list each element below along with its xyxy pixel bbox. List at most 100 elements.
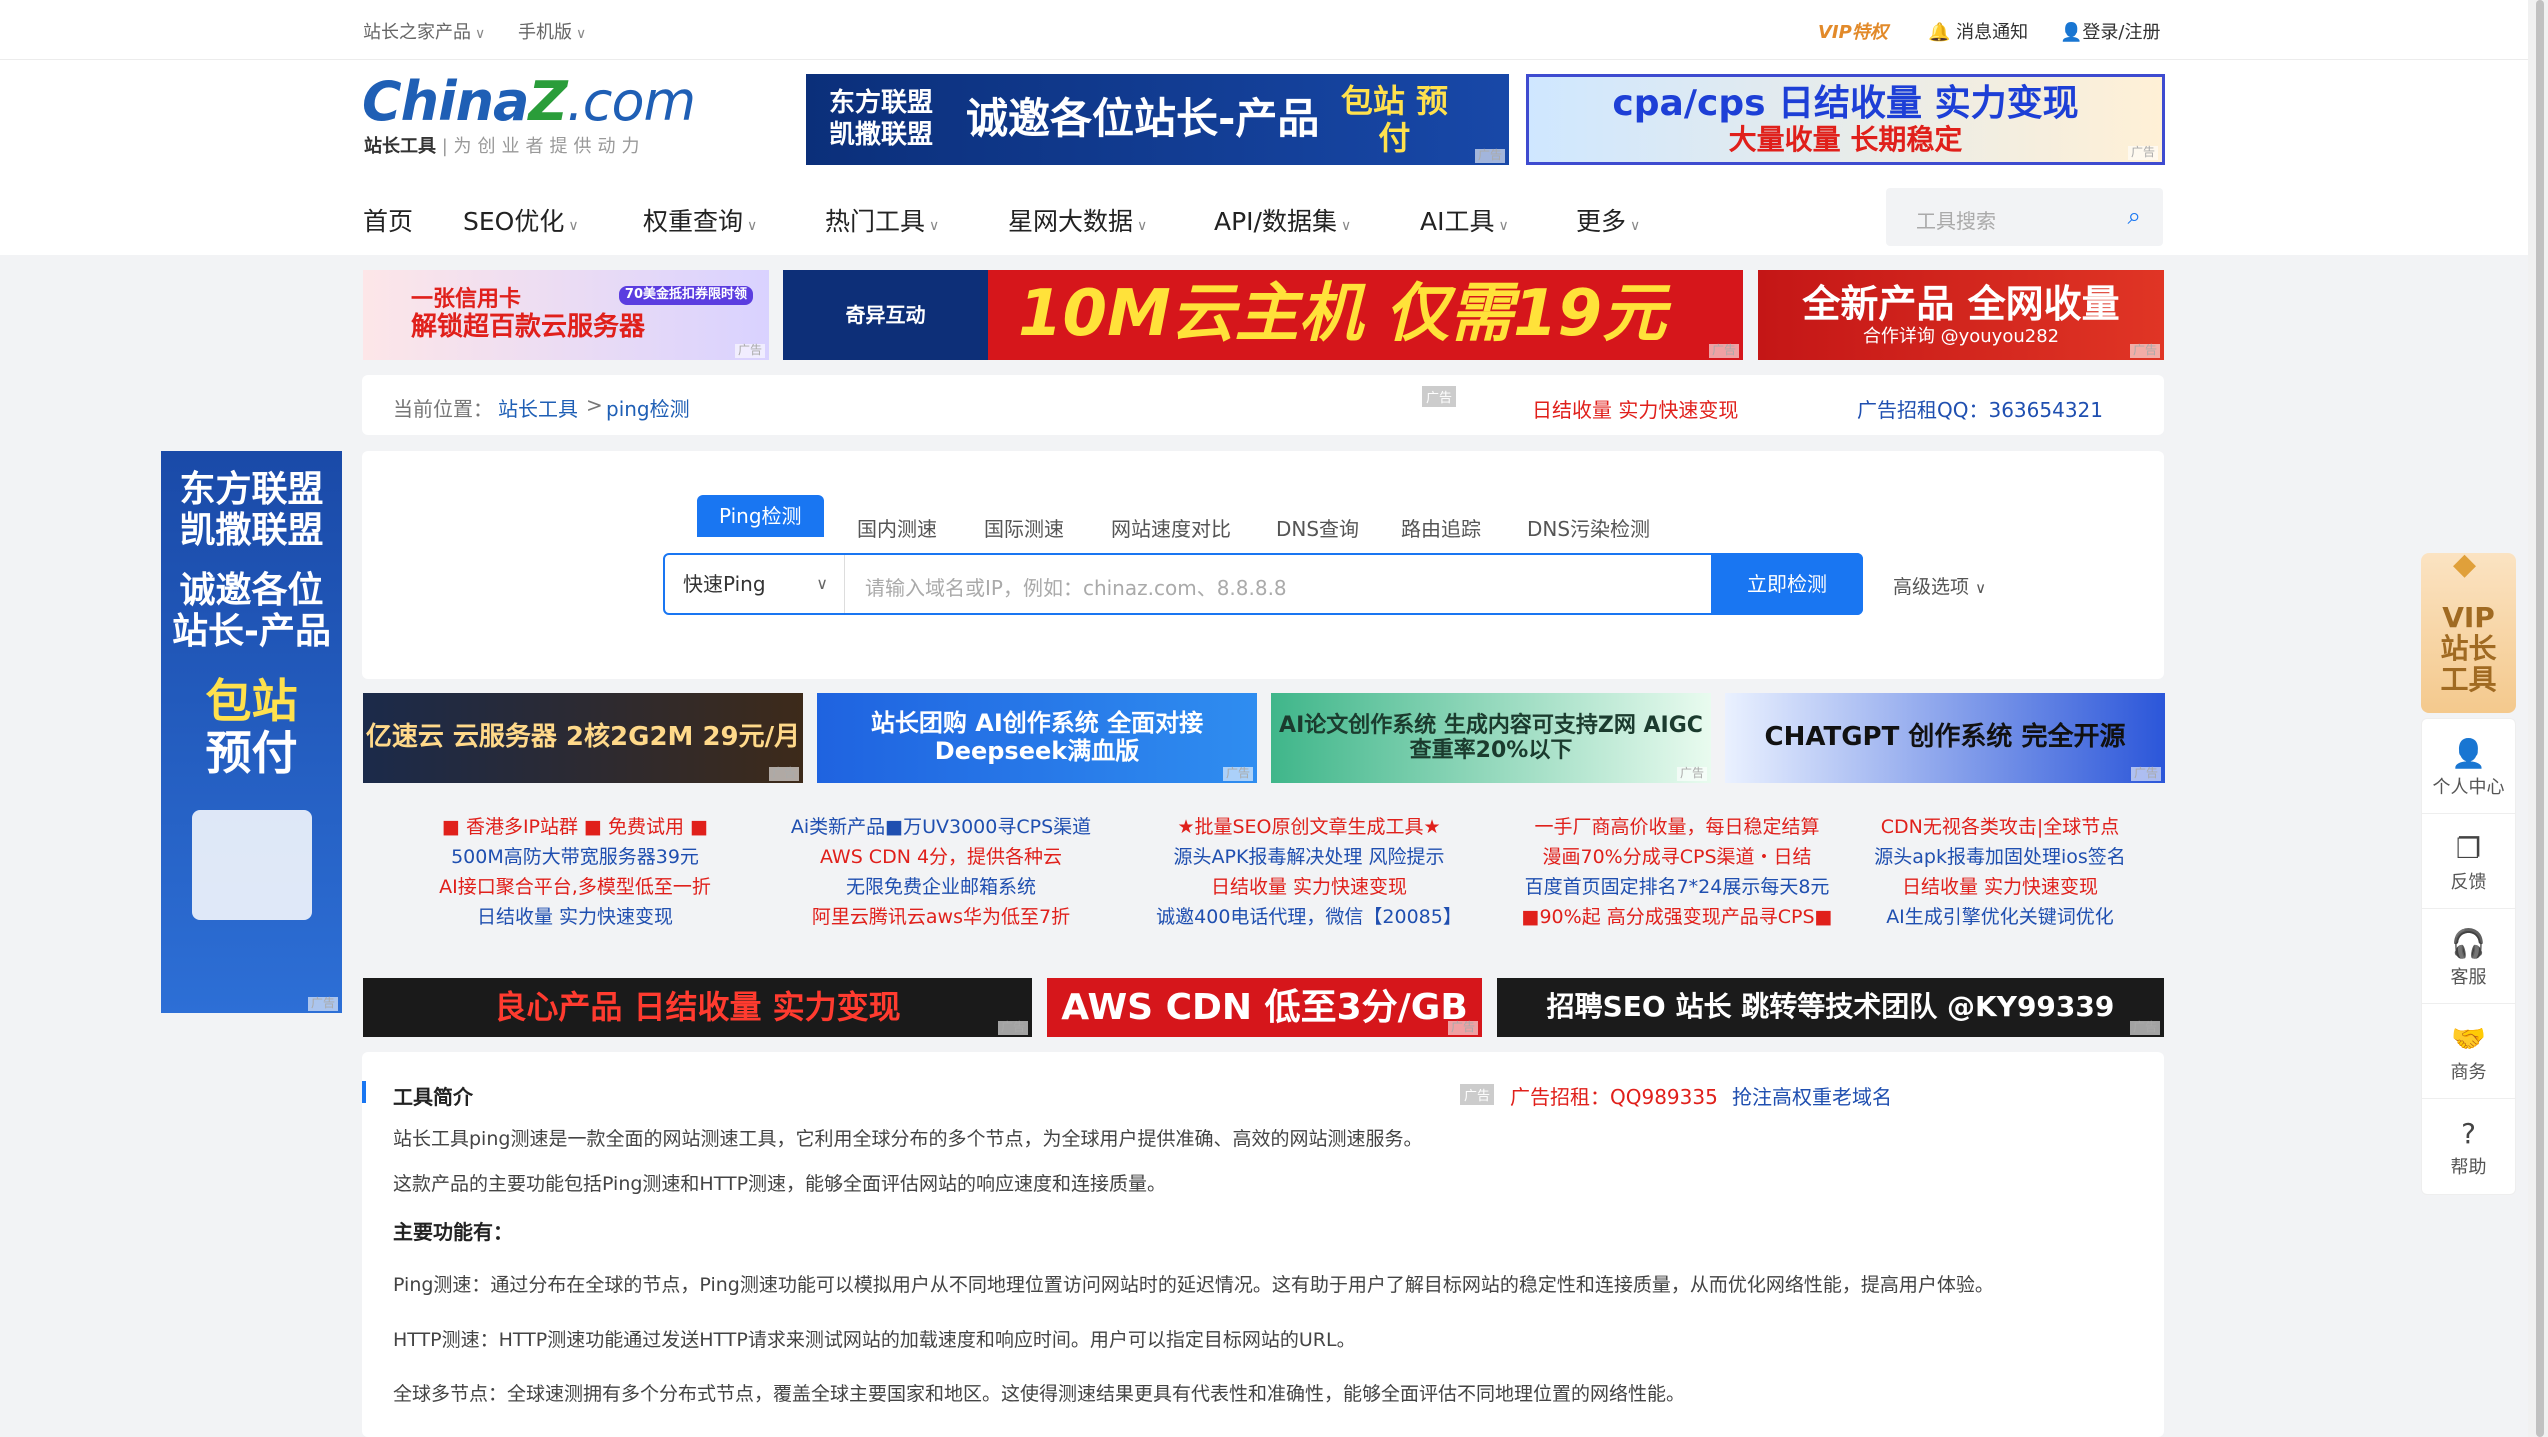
ad-tag: 广告 — [1474, 148, 1505, 163]
banner-ad-1[interactable]: 一张信用卡 解锁超百款云服务器 70美金抵扣券限时领 广告 — [363, 270, 769, 360]
ad-text: 诚邀各位 — [179, 569, 324, 611]
chevron-down-icon: ∨ — [747, 218, 758, 234]
slogan-text: 为创业者提供动力 — [453, 136, 646, 157]
header-ad-1[interactable]: 东方联盟 凯撒联盟 诚邀各位站长-产品 包站 预付 广告 — [806, 74, 1509, 165]
side-feedback[interactable]: ❐ 反馈 — [2422, 814, 2515, 909]
chevron-down-icon: ∨ — [568, 218, 579, 234]
breadcrumb-text-ad-1[interactable]: 日结收量 实力快速变现 — [1532, 394, 1738, 423]
bottom-ad-1[interactable]: 良心产品 日结收量 实力变现 广告 — [363, 978, 1032, 1037]
tab-domestic-speed[interactable]: 国内测速 — [857, 513, 937, 542]
left-float-ad[interactable]: 东方联盟 凯撒联盟 诚邀各位 站长-产品 包站 预付 广告 — [161, 451, 342, 1013]
notify-link[interactable]: 🔔 消息通知 — [1928, 18, 2028, 44]
text-ad-link[interactable]: 源头APK报毒解决处理 风险提示 — [1114, 842, 1504, 872]
chevron-down-icon: ∨ — [1975, 579, 1987, 597]
ping-mode-select[interactable]: 快速Ping ∨ — [665, 555, 845, 613]
intro-text-ad-2[interactable]: 抢注高权重老域名 — [1732, 1081, 1892, 1110]
ad-tag: 广告 — [768, 766, 799, 781]
nav-label: 星网大数据 — [1008, 207, 1134, 236]
advanced-options[interactable]: 高级选项 ∨ — [1893, 572, 1986, 599]
ad-tag: 广告 — [2130, 766, 2161, 781]
ad-badge: 70美金抵扣券限时领 — [618, 286, 753, 305]
ad-text: 亿速云 云服务器 2核2G2M 29元/月 — [365, 722, 801, 753]
tab-dns-pollution[interactable]: DNS污染检测 — [1527, 513, 1650, 542]
ad-tag: 广告 — [2129, 1020, 2160, 1035]
ad-tag: 广告 — [1708, 343, 1739, 358]
ad-tag: 广告 — [1422, 386, 1457, 407]
ad-text: 预付 — [205, 726, 298, 781]
nav-api[interactable]: API/数据集 ∨ — [1214, 202, 1351, 238]
mid-ad-4[interactable]: CHATGPT 创作系统 完全开源 广告 — [1725, 693, 2165, 783]
text-ad-link[interactable]: 日结收量 实力快速变现 — [1810, 872, 2190, 902]
ad-text: 全新产品 全网收量 — [1802, 281, 2120, 326]
side-help[interactable]: ? 帮助 — [2422, 1099, 2515, 1194]
text-ad-link[interactable]: ★批量SEO原创文章生成工具★ — [1114, 812, 1504, 842]
text-ad-link[interactable]: ■ 香港多IP站群 ■ 免费试用 ■ — [380, 812, 770, 842]
tab-speed-compare[interactable]: 网站速度对比 — [1111, 513, 1231, 542]
text-ad-column-2: Ai类新产品■万UV3000寻CPS渠道 AWS CDN 4分，提供各种云 无限… — [746, 812, 1136, 932]
mobile-menu[interactable]: 手机版 ∨ — [518, 18, 586, 44]
handshake-icon: 🤝 — [2451, 1022, 2486, 1055]
domain-input[interactable]: 请输入域名或IP，例如：chinaz.com、8.8.8.8 — [865, 572, 1287, 601]
breadcrumb-home-link[interactable]: 站长工具 — [498, 393, 578, 422]
nav-bigdata[interactable]: 星网大数据 ∨ — [1008, 202, 1147, 238]
text-ad-link[interactable]: 日结收量 实力快速变现 — [1114, 872, 1504, 902]
check-now-button[interactable]: 立即检测 — [1711, 553, 1863, 615]
ad-text: 合作详询 @youyou282 — [1862, 325, 2060, 347]
chinaz-logo[interactable]: ChinaZ.com — [362, 70, 696, 133]
tab-dns-query[interactable]: DNS查询 — [1276, 513, 1359, 542]
vip-badge-text: VIP站长工具 — [2440, 601, 2497, 696]
user-icon: 👤 — [2451, 737, 2486, 770]
ad-tag: 广告 — [1447, 1020, 1478, 1035]
slogan-bold: 站长工具 — [364, 136, 436, 157]
text-ad-link[interactable]: 源头apk报毒加固处理ios签名 — [1810, 842, 2190, 872]
products-menu[interactable]: 站长之家产品 ∨ — [363, 18, 485, 44]
tab-route-trace[interactable]: 路由追踪 — [1401, 513, 1481, 542]
section-marker — [362, 1081, 366, 1103]
mid-ad-2[interactable]: 站长团购 AI创作系统 全面对接Deepseek满血版 广告 — [817, 693, 1257, 783]
mid-ad-1[interactable]: 亿速云 云服务器 2核2G2M 29元/月广告 — [363, 693, 803, 783]
ad-tag: 广告 — [1676, 766, 1707, 781]
banner-ad-3[interactable]: 全新产品 全网收量 合作详询 @youyou282 广告 — [1758, 270, 2164, 360]
text-ad-link[interactable]: AI生成引擎优化关键词优化 — [1810, 902, 2190, 932]
text-ad-link[interactable]: CDN无视各类攻击|全球节点 — [1810, 812, 2190, 842]
help-icon: ? — [2461, 1117, 2476, 1150]
login-link[interactable]: 👤登录/注册 — [2060, 18, 2161, 44]
side-label: 帮助 — [2450, 1157, 2487, 1178]
text-ad-link[interactable]: AI接口聚合平台,多模型低至一折 — [380, 872, 770, 902]
tool-search[interactable]: 工具搜索 ⌕ — [1886, 188, 2163, 246]
nav-ai-tools[interactable]: AI工具 ∨ — [1420, 202, 1509, 238]
ad-text: 东方联盟 凯撒联盟 — [828, 88, 933, 150]
products-label: 站长之家产品 — [363, 22, 471, 43]
side-profile[interactable]: 👤 个人中心 — [2422, 719, 2515, 814]
bottom-ad-3[interactable]: 招聘SEO 站长 跳转等技术团队 @KY99339 广告 — [1497, 978, 2164, 1037]
chevron-down-icon: ∨ — [816, 574, 828, 593]
feedback-icon: ❐ — [2455, 832, 2482, 865]
nav-home[interactable]: 首页 — [363, 202, 413, 238]
banner-ad-2[interactable]: 奇异互动 www.7e.hk 10M云主机 仅需19元 广告 — [783, 270, 1743, 360]
side-support[interactable]: 🎧 客服 — [2422, 909, 2515, 1004]
text-ad-link[interactable]: 日结收量 实力快速变现 — [380, 902, 770, 932]
breadcrumb-current: ping检测 — [606, 397, 690, 421]
vip-link[interactable]: VIP特权 — [1818, 18, 1888, 44]
nav-hot-tools[interactable]: 热门工具 ∨ — [825, 202, 939, 238]
text-ad-link[interactable]: Ai类新产品■万UV3000寻CPS渠道 — [746, 812, 1136, 842]
text-ad-link[interactable]: 500M高防大带宽服务器39元 — [380, 842, 770, 872]
nav-weight[interactable]: 权重查询 ∨ — [643, 202, 757, 238]
tab-ping[interactable]: Ping检测 — [697, 495, 824, 537]
vip-float-badge[interactable]: ◆ VIP站长工具 — [2421, 547, 2516, 713]
text-ad-link[interactable]: 阿里云腾讯云aws华为低至7折 — [746, 902, 1136, 932]
bottom-ad-2[interactable]: AWS CDN 低至3分/GB 广告 — [1047, 978, 1482, 1037]
text-ad-link[interactable]: 诚邀400电话代理，微信【20085】 — [1114, 902, 1504, 932]
header-ad-2[interactable]: cpa/cps 日结收量 实力变现 大量收量 长期稳定 广告 — [1526, 74, 2165, 165]
tab-intl-speed[interactable]: 国际测速 — [984, 513, 1064, 542]
mid-ad-3[interactable]: AI论文创作系统 生成内容可支持Z网 AIGC查重率20%以下 广告 — [1271, 693, 1711, 783]
search-icon[interactable]: ⌕ — [2128, 202, 2141, 230]
intro-text-ad-1[interactable]: 广告招租：QQ989335 — [1510, 1081, 1718, 1110]
side-business[interactable]: 🤝 商务 — [2422, 1004, 2515, 1099]
nav-seo[interactable]: SEO优化 ∨ — [463, 202, 579, 238]
scrollbar-thumb[interactable] — [2536, 0, 2544, 1437]
text-ad-link[interactable]: 无限免费企业邮箱系统 — [746, 872, 1136, 902]
text-ad-link[interactable]: AWS CDN 4分，提供各种云 — [746, 842, 1136, 872]
breadcrumb-text-ad-2[interactable]: 广告招租QQ：363654321 — [1857, 394, 2103, 423]
nav-more[interactable]: 更多 ∨ — [1576, 202, 1640, 238]
